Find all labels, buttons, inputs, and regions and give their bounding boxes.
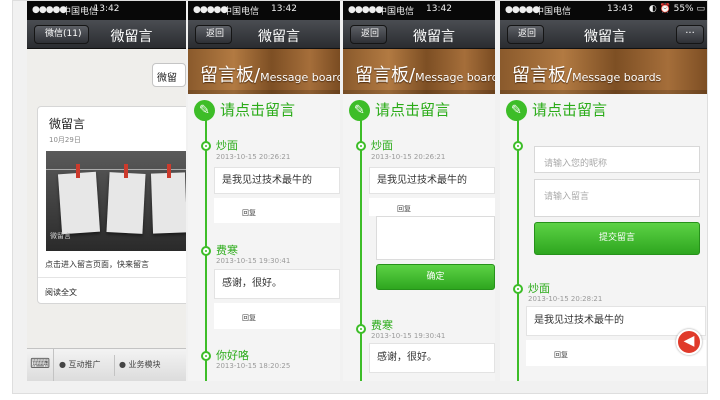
post-date: 2013-10-15 19:30:41 [216,257,291,265]
timeline-dot [513,284,523,294]
more-menu-button[interactable]: ··· [676,25,704,44]
menu-item-promotion[interactable]: ● 互动推广 [59,359,101,370]
leave-message-prompt[interactable]: ✎ 请点击留言 [194,99,295,121]
reply-button[interactable]: 回复 [214,198,340,223]
article-card[interactable]: 微留言 10月29日 微留言 点击进入留言页面，快来留言 阅读全文 [37,106,186,304]
message-text: 是我见过技术最牛的 [369,167,495,194]
timeline-dot [201,351,211,361]
author-name: 费寒 [216,244,238,257]
post-date: 2013-10-15 20:26:21 [216,153,291,161]
phone-new-message-form: ●●●●● 中国电信 13:43 ◐ ⏰ 55% ▭ 返回 微留言 ··· 留言… [500,1,707,381]
timeline-dot [356,141,366,151]
card-description: 点击进入留言页面，快来留言 [45,260,149,269]
keyboard-icon[interactable]: ⌨ [27,349,54,381]
card-title: 微留言 [49,117,86,131]
menu-item-modules[interactable]: ● 业务模块 [119,359,161,370]
message-text: 是我见过技术最牛的 [526,306,706,336]
message-board-banner: 留言板/Message boards [343,49,495,94]
nav-bar: 微信(11) 微留言 [27,20,186,49]
message-board-banner: 留言板/Message boards [188,49,340,94]
nav-bar: 返回 微留言 [343,20,495,49]
message-input[interactable]: 请输入留言 [534,179,700,217]
pencil-icon: ✎ [194,100,215,121]
post-date: 2013-10-15 18:20:25 [216,362,291,370]
reply-textarea[interactable] [376,216,495,260]
message-text: 感谢，很好。 [369,343,495,373]
pencil-icon: ✎ [349,100,370,121]
nav-title: 微留言 [110,29,153,45]
nav-bar: 返回 微留言 [188,20,340,49]
phone-message-list: ●●●●● 中国电信 13:42 返回 微留言 留言板/Message boar… [188,1,340,381]
read-more-link[interactable]: 阅读全文 [45,287,77,298]
pencil-icon: ✎ [506,100,527,121]
bottom-menu: ⌨ ● 互动推广 ● 业务模块 [27,348,186,381]
timeline-dot [513,141,523,151]
status-bar: ●●●●● 中国电信 13:42 [188,1,340,20]
clock: 13:42 [426,4,452,14]
message-board-banner: 留言板/Message boards [500,49,707,94]
nav-title: 微留言 [258,29,300,45]
post-date: 2013-10-15 20:28:21 [528,295,603,303]
phone-reply-form: ●●●●● 中国电信 13:42 返回 微留言 留言板/Message boar… [343,1,495,381]
card-image: 微留言 [46,151,186,251]
reply-button[interactable]: 回复 [214,303,340,329]
battery-indicator: ◐ ⏰ 55% ▭ [648,4,705,14]
nav-bar: 返回 微留言 ··· [500,20,707,49]
author-name: 炒面 [371,139,393,152]
leave-message-prompt[interactable]: ✎ 请点击留言 [506,99,607,121]
phone-wechat-chat: ●●●●● 中国电信 13:42 微信(11) 微留言 微留 微留言 10月29… [27,1,186,381]
author-name: 费寒 [371,319,393,332]
confirm-button[interactable]: 确定 [376,264,495,290]
post-date: 2013-10-15 20:26:21 [371,153,446,161]
submit-message-button[interactable]: 提交留言 [534,222,700,255]
timeline-dot [201,141,211,151]
nickname-input[interactable]: 请输入您的昵称 [534,146,700,173]
nav-title: 微留言 [413,29,455,45]
back-arrow-icon[interactable]: ◀ [676,329,702,355]
status-bar: ●●●●● 中国电信 13:43 ◐ ⏰ 55% ▭ [500,1,707,20]
status-bar: ●●●●● 中国电信 13:42 [343,1,495,20]
timeline-dot [356,324,366,334]
status-bar: ●●●●● 中国电信 13:42 [27,1,186,20]
card-date: 10月29日 [49,136,81,144]
author-name: 炒面 [216,139,238,152]
chat-bubble[interactable]: 微留 [152,63,186,87]
author-name: 炒面 [528,282,550,295]
message-text: 是我见过技术最牛的 [214,167,340,194]
clock: 13:42 [271,4,297,14]
screenshot-frame: ●●●●● 中国电信 13:42 微信(11) 微留言 微留 微留言 10月29… [12,0,708,394]
post-date: 2013-10-15 19:30:41 [371,332,446,340]
clock: 13:42 [93,4,120,14]
message-text: 感谢，很好。 [214,269,340,299]
author-name: 你好咯 [216,349,249,362]
timeline-dot [201,246,211,256]
image-caption: 微留言 [50,232,71,240]
leave-message-prompt[interactable]: ✎ 请点击留言 [349,99,450,121]
reply-button[interactable]: 回复 [369,198,495,216]
